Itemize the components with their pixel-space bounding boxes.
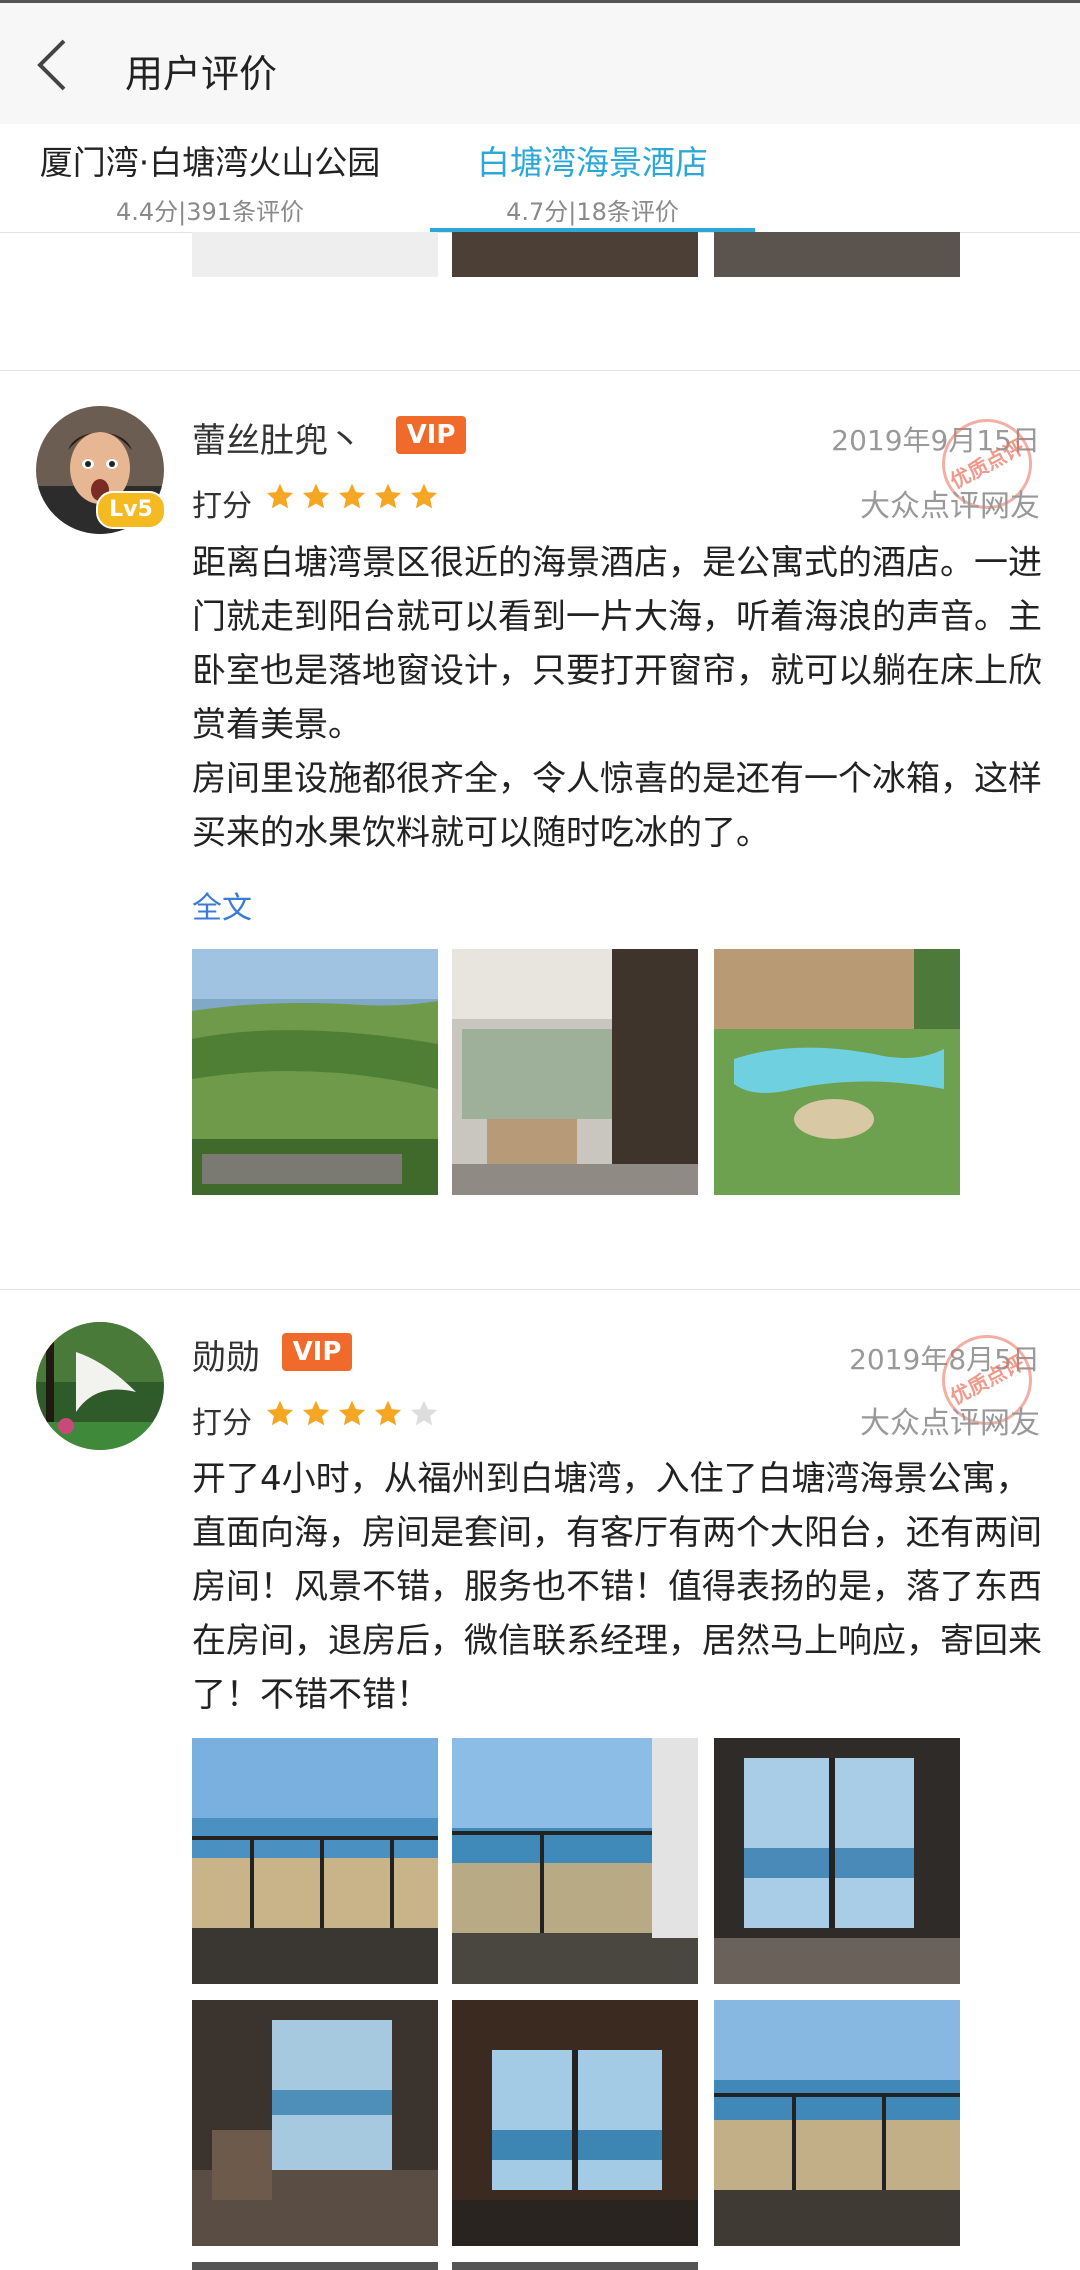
review-photo[interactable] — [452, 1738, 698, 1984]
tab-name: 白塘湾海景酒店 — [477, 143, 708, 182]
star-icon — [302, 1400, 330, 1426]
star-icon — [302, 483, 330, 509]
review-paragraph: 房间里设施都很齐全，令人惊喜的是还有一个冰箱，这样买来的水果饮料就可以随时吃冰的… — [192, 759, 1042, 853]
username[interactable]: 勋勋 — [192, 1330, 260, 1379]
star-icon — [338, 483, 366, 509]
rating-label: 打分 — [192, 489, 252, 524]
tab-count: 18条评价 — [576, 198, 679, 226]
review-photo[interactable] — [192, 2262, 438, 2270]
photo-resort-model — [714, 949, 960, 1195]
star-rating — [264, 481, 440, 515]
star-icon — [266, 1400, 294, 1426]
photo-sliding-door — [714, 1738, 960, 1984]
back-button[interactable] — [28, 35, 78, 95]
full-text-link[interactable]: 全文 — [192, 883, 252, 927]
photo-sea-balcony — [452, 1738, 698, 1984]
star-rating — [264, 1398, 440, 1432]
star-icon — [374, 1400, 402, 1426]
chevron-left-icon — [37, 39, 66, 91]
review-photo[interactable] — [452, 949, 698, 1195]
avatar[interactable] — [36, 1322, 164, 1450]
review-photo[interactable] — [192, 949, 438, 1195]
star-icon — [374, 483, 402, 509]
photo-balcony-view — [452, 949, 698, 1195]
star-icon — [410, 1400, 438, 1426]
vip-badge: VIP — [396, 416, 466, 454]
username[interactable]: 蕾丝肚兜丶 — [192, 413, 362, 462]
review-photo[interactable] — [452, 2262, 698, 2270]
review-photo[interactable] — [452, 2000, 698, 2246]
review-source: 大众点评网友 — [860, 1406, 1040, 1441]
review-paragraph: 开了4小时，从福州到白塘湾，入住了白塘湾海景公寓，直面向海，房间是套间，有客厅有… — [192, 1459, 1042, 1715]
photo-sea-balcony — [714, 2000, 960, 2246]
review-card: Lv5 蕾丝肚兜丶 VIP 2019年9月15日 优质点评 打分 大众点评网友 … — [0, 371, 1080, 1289]
star-icon — [338, 1400, 366, 1426]
tab-summary: 4.7分|18条评价 — [506, 198, 679, 226]
photo-living-room — [192, 2000, 438, 2246]
tab-bar: 厦门湾·白塘湾火山公园 4.4分|391条评价 白塘湾海景酒店 4.7分|18条… — [0, 124, 1080, 233]
tab-name: 厦门湾·白塘湾火山公园 — [39, 143, 381, 182]
rating-label: 打分 — [192, 1406, 252, 1441]
user-avatar-image — [36, 1322, 164, 1450]
app-header: 用户评价 — [0, 0, 1080, 124]
level-badge: Lv5 — [96, 491, 166, 529]
review-card: 勋勋 VIP 2019年8月5日 优质点评 打分 大众点评网友 开了4小时，从福… — [0, 1290, 1080, 2270]
tab-score: 4.7分 — [506, 198, 569, 226]
tab-volcano-park[interactable]: 厦门湾·白塘湾火山公园 4.4分|391条评价 — [30, 124, 390, 232]
previous-photo[interactable] — [192, 232, 438, 277]
page-title: 用户评价 — [125, 52, 278, 96]
tab-count: 391条评价 — [186, 198, 305, 226]
review-photo[interactable] — [192, 2000, 438, 2246]
review-photo[interactable] — [192, 1738, 438, 1984]
review-photo[interactable] — [714, 949, 960, 1195]
tab-hotel[interactable]: 白塘湾海景酒店 4.7分|18条评价 — [430, 124, 755, 232]
photo-coast-landscape — [192, 949, 438, 1195]
photo-sea-balcony — [192, 1738, 438, 1984]
vip-badge: VIP — [282, 1333, 352, 1371]
previous-photo[interactable] — [714, 232, 960, 277]
star-icon — [266, 483, 294, 509]
tab-summary: 4.4分|391条评价 — [115, 198, 305, 226]
tab-score: 4.4分 — [115, 198, 179, 226]
review-source: 大众点评网友 — [860, 489, 1040, 524]
star-icon — [410, 483, 438, 509]
previous-photo[interactable] — [452, 232, 698, 277]
review-photo[interactable] — [714, 1738, 960, 1984]
review-photo[interactable] — [714, 2000, 960, 2246]
photo-bedroom-window — [452, 2000, 698, 2246]
review-text: 开了4小时，从福州到白塘湾，入住了白塘湾海景公寓，直面向海，房间是套间，有客厅有… — [192, 1452, 1052, 1722]
review-paragraph: 距离白塘湾景区很近的海景酒店，是公寓式的酒店。一进门就走到阳台就可以看到一片大海… — [192, 543, 1042, 745]
review-text: 距离白塘湾景区很近的海景酒店，是公寓式的酒店。一进门就走到阳台就可以看到一片大海… — [192, 536, 1052, 860]
